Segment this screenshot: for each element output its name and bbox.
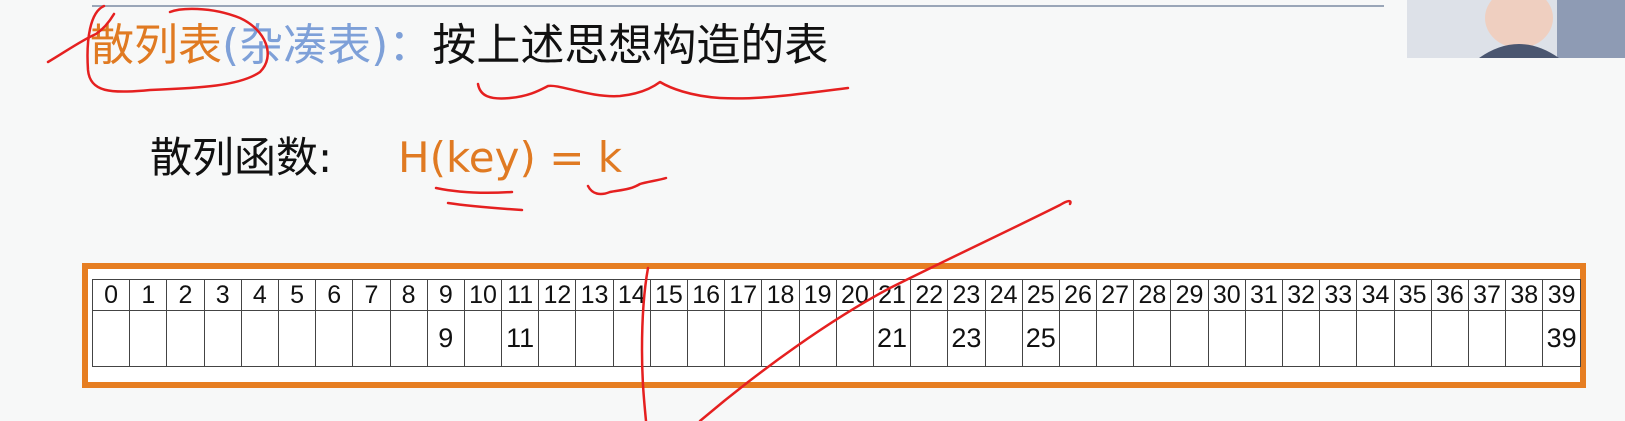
presenter-webcam-image	[1407, 0, 1625, 58]
hash-table: 0 1 2 3 4 5 6 7 8 9 10 11 12 13 14 15 16 17 18 19 20 21 22 23 24…	[91, 279, 1581, 367]
title-alias: (杂凑表)：	[222, 20, 433, 71]
index-cell: 13	[575, 279, 614, 311]
index-cell: 30	[1207, 279, 1246, 311]
value-cell	[129, 310, 168, 367]
value-cell	[910, 310, 949, 367]
value-cell	[686, 310, 726, 367]
value-cell	[835, 310, 874, 367]
index-cell: 0	[91, 279, 131, 311]
index-cell: 23	[947, 279, 986, 311]
index-cell: 24	[984, 279, 1023, 311]
value-cell	[240, 310, 279, 367]
value-cell	[1393, 310, 1432, 367]
index-cell: 37	[1467, 279, 1507, 311]
index-cell: 17	[724, 279, 763, 311]
value-cell	[761, 310, 800, 367]
value-cell	[203, 310, 242, 367]
value-cell	[1281, 310, 1321, 367]
hash-table-index-row: 0 1 2 3 4 5 6 7 8 9 10 11 12 13 14 15 16 17 18 19 20 21 22 23 24…	[91, 279, 1581, 311]
index-cell: 22	[910, 279, 949, 311]
index-cell: 16	[686, 279, 726, 311]
index-cell: 8	[389, 279, 428, 311]
value-cell	[984, 310, 1023, 367]
index-cell: 15	[649, 279, 689, 311]
index-cell: 6	[315, 279, 354, 311]
value-cell	[798, 310, 837, 367]
slide-top-rule	[92, 5, 1384, 7]
index-cell: 25	[1021, 279, 1060, 311]
index-cell: 28	[1133, 279, 1172, 311]
index-cell: 31	[1244, 279, 1284, 311]
presenter-video-thumbnail	[1407, 0, 1625, 58]
value-cell	[1430, 310, 1469, 367]
value-cell	[1467, 310, 1507, 367]
index-cell: 29	[1170, 279, 1209, 311]
index-cell: 35	[1393, 279, 1432, 311]
value-cell	[724, 310, 763, 367]
value-cell	[1133, 310, 1172, 367]
index-cell: 9	[426, 279, 465, 311]
index-cell: 21	[872, 279, 912, 311]
index-cell: 38	[1505, 279, 1544, 311]
index-cell: 3	[203, 279, 242, 311]
value-cell: 23	[947, 310, 986, 367]
value-cell	[1244, 310, 1284, 367]
value-cell	[1505, 310, 1544, 367]
value-cell	[1356, 310, 1395, 367]
value-cell	[575, 310, 614, 367]
value-cell	[1319, 310, 1358, 367]
value-cell	[91, 310, 131, 367]
index-cell: 20	[835, 279, 874, 311]
annotation-underline-key	[434, 186, 514, 195]
value-cell	[277, 310, 317, 367]
value-cell	[463, 310, 503, 367]
index-cell: 19	[798, 279, 837, 311]
title-description: 按上述思想构造的表	[432, 20, 829, 71]
value-cell	[1170, 310, 1209, 367]
index-cell: 11	[501, 279, 540, 311]
slide-title: 散列表(杂凑表)：按上述思想构造的表	[90, 14, 828, 78]
value-cell	[612, 310, 651, 367]
index-cell: 1	[129, 279, 168, 311]
index-cell: 14	[612, 279, 651, 311]
value-cell	[1058, 310, 1098, 367]
index-cell: 39	[1542, 279, 1581, 311]
value-cell: 21	[872, 310, 912, 367]
annotation-underline-key-2	[446, 201, 524, 212]
value-cell	[315, 310, 354, 367]
title-term: 散列表	[90, 20, 222, 71]
value-cell	[389, 310, 428, 367]
index-cell: 32	[1281, 279, 1321, 311]
index-cell: 4	[240, 279, 279, 311]
index-cell: 12	[538, 279, 577, 311]
index-cell: 33	[1319, 279, 1358, 311]
value-cell	[1096, 310, 1135, 367]
index-cell: 26	[1058, 279, 1098, 311]
index-cell: 27	[1096, 279, 1135, 311]
index-cell: 34	[1356, 279, 1395, 311]
value-cell: 39	[1542, 310, 1581, 367]
hash-function-formula: H(key) = k	[398, 133, 623, 182]
value-cell	[166, 310, 205, 367]
index-cell: 2	[166, 279, 205, 311]
index-cell: 5	[277, 279, 317, 311]
value-cell: 9	[426, 310, 465, 367]
hash-function-label: 散列函数:	[150, 133, 333, 182]
annotation-underline-description	[476, 80, 850, 100]
value-cell	[1207, 310, 1246, 367]
value-cell: 11	[501, 310, 540, 367]
value-cell: 25	[1021, 310, 1060, 367]
value-cell	[538, 310, 577, 367]
index-cell: 7	[352, 279, 391, 311]
index-cell: 36	[1430, 279, 1469, 311]
value-cell	[649, 310, 689, 367]
value-cell	[352, 310, 391, 367]
index-cell: 18	[761, 279, 800, 311]
hash-table-value-row: 9 11 21 23 25 39	[91, 310, 1581, 367]
index-cell: 10	[463, 279, 503, 311]
